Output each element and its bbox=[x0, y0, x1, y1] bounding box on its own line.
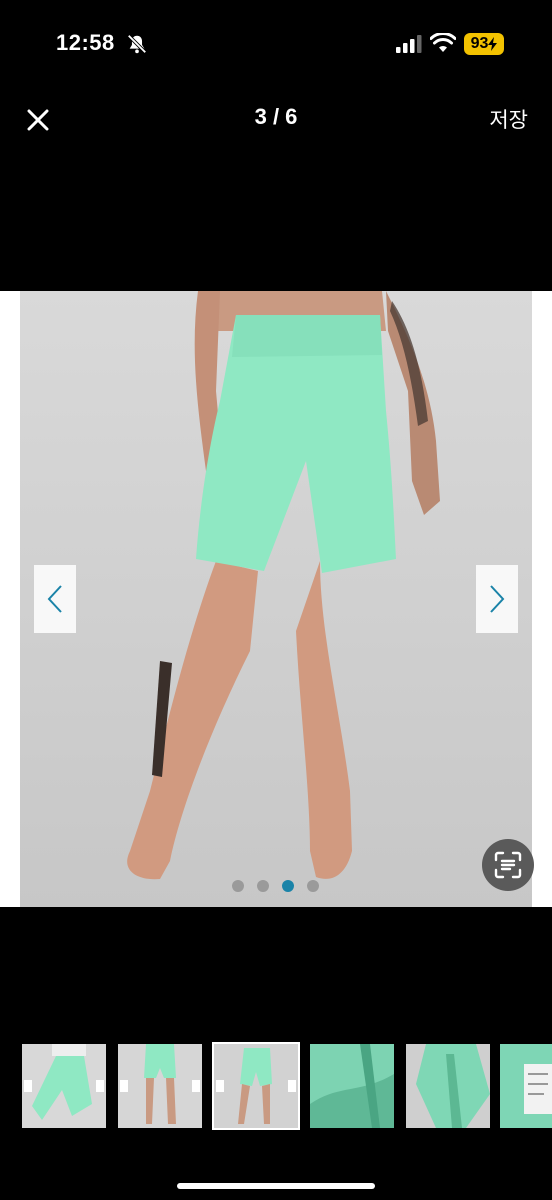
thumbnail[interactable] bbox=[22, 1044, 106, 1128]
viewer-top-bar: 3 / 6 저장 bbox=[0, 90, 552, 150]
carousel-dot[interactable] bbox=[232, 880, 244, 892]
text-scan-icon bbox=[494, 851, 522, 879]
carousel-indicator bbox=[232, 880, 319, 892]
cellular-signal-icon bbox=[396, 35, 422, 53]
charging-bolt-icon bbox=[488, 37, 498, 51]
thumbnail-selected[interactable] bbox=[212, 1042, 300, 1130]
product-photo bbox=[20, 291, 532, 907]
status-bar: 12:58 93 bbox=[0, 0, 552, 90]
battery-level: 93 bbox=[470, 35, 489, 52]
chevron-right-icon bbox=[490, 585, 505, 613]
bell-off-icon bbox=[127, 34, 147, 54]
page-counter: 3 / 6 bbox=[254, 104, 298, 129]
carousel-dot-active[interactable] bbox=[282, 880, 294, 892]
thumbnail[interactable] bbox=[310, 1044, 394, 1128]
previous-image-button[interactable] bbox=[34, 565, 76, 633]
thumbnail[interactable] bbox=[406, 1044, 490, 1128]
live-text-scan-button[interactable] bbox=[482, 839, 534, 891]
thumbnail-strip bbox=[22, 1042, 552, 1130]
image-viewer[interactable] bbox=[0, 291, 552, 907]
save-button[interactable]: 저장 bbox=[489, 104, 528, 134]
home-indicator bbox=[177, 1183, 375, 1189]
thumbnail[interactable] bbox=[118, 1044, 202, 1128]
chevron-left-icon bbox=[47, 585, 62, 613]
battery-indicator: 93 bbox=[464, 33, 504, 55]
wifi-icon bbox=[430, 33, 456, 52]
next-image-button[interactable] bbox=[476, 565, 518, 633]
carousel-dot[interactable] bbox=[307, 880, 319, 892]
thumbnail[interactable] bbox=[500, 1044, 552, 1128]
status-time: 12:58 bbox=[56, 30, 115, 55]
product-illustration bbox=[127, 291, 440, 880]
carousel-dot[interactable] bbox=[257, 880, 269, 892]
